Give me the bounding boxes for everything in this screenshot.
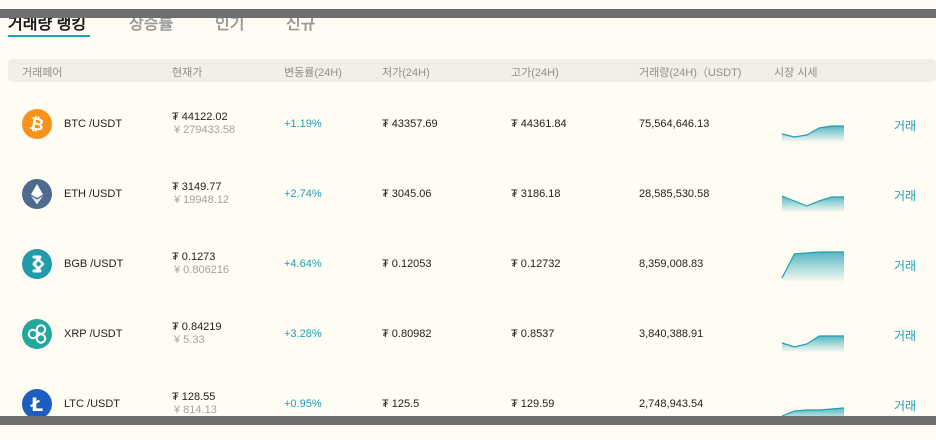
high-24h: ₮ 3186.18 [511,188,561,200]
volume-24h: 3,840,388.91 [639,328,704,340]
footer-strip [0,425,936,434]
trade-link[interactable]: 거래 [894,187,916,204]
svg-text:₿: ₿ [28,114,46,136]
cny-price: ¥ 0.806216 [174,264,230,276]
sparkline [781,335,844,352]
header-pair: 거래페어 [22,67,63,79]
pair-name: LTC /USDT [64,398,121,410]
volume-24h: 75,564,646.13 [639,118,710,130]
top-divider [0,9,936,18]
change-24h: +4.64% [284,258,322,270]
low-24h: ₮ 125.5 [382,398,420,410]
sparkline-area [782,336,844,352]
volume-24h: 8,359,008.83 [639,258,704,270]
svg-text:Ł: Ł [30,394,43,416]
change-24h: +2.74% [284,188,322,200]
last-price: ₮ 3149.77 [172,181,222,193]
header-chart: 시장 시세 [774,67,818,79]
pair-name: BTC /USDT [64,118,123,130]
last-price: ₮ 128.55 [172,391,216,403]
sparkline [781,125,844,142]
cny-price: ¥ 814.13 [174,404,217,416]
volume-24h: 2,748,943.54 [639,398,704,410]
high-24h: ₮ 0.8537 [511,328,555,340]
change-24h: +1.19% [284,118,322,130]
bottom-divider [0,416,936,425]
high-24h: ₮ 129.59 [511,398,555,410]
sparkline-area [782,252,844,282]
active-tab-indicator [8,35,90,37]
header-high: 고가(24H) [511,67,559,79]
bgb-icon [22,249,52,279]
sparkline-area [782,126,844,142]
bitcoin-icon: ₿ [22,109,52,139]
trade-link[interactable]: 거래 [894,327,916,344]
volume-24h: 28,585,530.58 [639,188,710,200]
litecoin-icon: Ł [22,389,52,419]
last-price: ₮ 0.84219 [172,321,222,333]
xrp-icon [22,319,52,349]
cny-price: ¥ 5.33 [174,334,205,346]
table-row[interactable]: ETH /USDT ₮ 3149.77 ¥ 19948.12 +2.74% ₮ … [0,160,936,230]
table-row[interactable]: XRP /USDT ₮ 0.84219 ¥ 5.33 +3.28% ₮ 0.80… [0,300,936,370]
header-volume: 거래량(24H)（USDT) [639,67,742,79]
ranking-tabs: 거래량 랭킹 상승률 인기 신규 [0,0,936,40]
sparkline [781,251,844,282]
header-low: 저가(24H) [382,67,430,79]
high-24h: ₮ 0.12732 [511,258,561,270]
table-row[interactable]: BGB /USDT ₮ 0.1273 ¥ 0.806216 +4.64% ₮ 0… [0,230,936,300]
low-24h: ₮ 3045.06 [382,188,432,200]
change-24h: +0.95% [284,398,322,410]
trade-link[interactable]: 거래 [894,397,916,414]
cny-price: ¥ 279433.58 [174,124,236,136]
header-change: 변동률(24H) [284,67,342,79]
sparkline [781,195,844,212]
ethereum-icon [22,179,52,209]
pair-name: BGB /USDT [64,258,124,270]
low-24h: ₮ 0.80982 [382,328,432,340]
low-24h: ₮ 43357.69 [382,118,438,130]
trade-link[interactable]: 거래 [894,257,916,274]
low-24h: ₮ 0.12053 [382,258,432,270]
change-24h: +3.28% [284,328,322,340]
trade-link[interactable]: 거래 [894,117,916,134]
last-price: ₮ 44122.02 [172,111,228,123]
pair-name: XRP /USDT [64,328,123,340]
pair-name: ETH /USDT [64,188,123,200]
header-price: 현재가 [172,67,203,79]
high-24h: ₮ 44361.84 [511,118,567,130]
last-price: ₮ 0.1273 [172,251,216,263]
table-row[interactable]: ₿ BTC /USDT ₮ 44122.02 ¥ 279433.58 +1.19… [0,90,936,160]
cny-price: ¥ 19948.12 [174,194,230,206]
